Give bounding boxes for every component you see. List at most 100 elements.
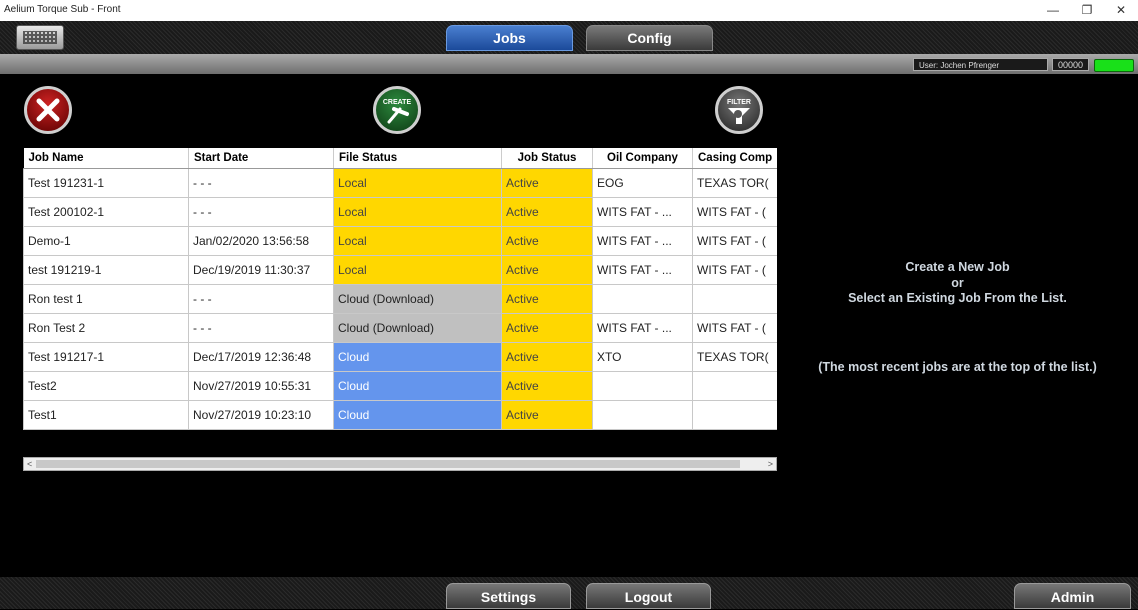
filter-button[interactable]: FILTER bbox=[715, 86, 763, 134]
column-header-file-status[interactable]: File Status bbox=[333, 148, 502, 169]
cell-file-status: Cloud bbox=[333, 371, 502, 401]
cell-casing-company: TEXAS TOR( bbox=[692, 342, 777, 372]
cancel-button[interactable] bbox=[24, 86, 72, 134]
tab-config[interactable]: Config bbox=[586, 25, 713, 51]
cell-oil-company: WITS FAT - ... bbox=[592, 197, 693, 227]
cell-oil-company: EOG bbox=[592, 168, 693, 198]
cell-start-date: - - - bbox=[188, 168, 334, 198]
cell-job-status: Active bbox=[501, 168, 593, 198]
cell-oil-company: WITS FAT - ... bbox=[592, 226, 693, 256]
cell-job-name: test 191219-1 bbox=[23, 255, 189, 285]
keyboard-icon[interactable] bbox=[16, 25, 64, 50]
cell-job-name: Test 191217-1 bbox=[23, 342, 189, 372]
cell-job-status: Active bbox=[501, 284, 593, 314]
connection-indicator bbox=[1094, 59, 1134, 72]
hammer-icon bbox=[387, 107, 409, 124]
column-header-job-name[interactable]: Job Name bbox=[23, 148, 189, 169]
create-job-button[interactable]: CREATE bbox=[373, 86, 421, 134]
column-header-job-status[interactable]: Job Status bbox=[501, 148, 593, 169]
cell-casing-company bbox=[692, 371, 777, 401]
top-nav-bar: Jobs Config bbox=[0, 21, 1138, 54]
cell-oil-company bbox=[592, 400, 693, 430]
scroll-left-icon[interactable]: < bbox=[27, 458, 32, 470]
instruction-line-1: Create a New Job bbox=[905, 260, 1010, 274]
table-header-row: Job Name Start Date File Status Job Stat… bbox=[23, 148, 777, 169]
cell-start-date: - - - bbox=[188, 284, 334, 314]
x-circle-icon bbox=[36, 98, 60, 122]
cell-file-status: Local bbox=[333, 255, 502, 285]
window-title: Aelium Torque Sub - Front bbox=[4, 4, 121, 15]
bottom-bar: Settings Logout Admin bbox=[0, 577, 1138, 609]
close-window-icon[interactable]: ✕ bbox=[1104, 0, 1138, 21]
cell-file-status: Cloud bbox=[333, 400, 502, 430]
cell-start-date: Nov/27/2019 10:55:31 bbox=[188, 371, 334, 401]
cell-job-name: Ron Test 2 bbox=[23, 313, 189, 343]
table-row[interactable]: Test2 Nov/27/2019 10:55:31 Cloud Active bbox=[23, 371, 777, 401]
counter-display: 00000 bbox=[1052, 58, 1089, 71]
cell-start-date: Dec/19/2019 11:30:37 bbox=[188, 255, 334, 285]
cell-job-name: Ron test 1 bbox=[23, 284, 189, 314]
cell-oil-company bbox=[592, 371, 693, 401]
table-row[interactable]: Ron test 1 - - - Cloud (Download) Active bbox=[23, 284, 777, 314]
cell-job-name: Test1 bbox=[23, 400, 189, 430]
restore-icon[interactable]: ❐ bbox=[1070, 0, 1104, 21]
cell-start-date: - - - bbox=[188, 313, 334, 343]
jobs-table: Job Name Start Date File Status Job Stat… bbox=[23, 148, 777, 474]
logout-button[interactable]: Logout bbox=[586, 583, 711, 609]
cell-file-status: Local bbox=[333, 197, 502, 227]
cell-start-date: Dec/17/2019 12:36:48 bbox=[188, 342, 334, 372]
settings-button[interactable]: Settings bbox=[446, 583, 571, 609]
table-row[interactable]: test 191219-1 Dec/19/2019 11:30:37 Local… bbox=[23, 255, 777, 285]
cell-casing-company: WITS FAT - ( bbox=[692, 313, 777, 343]
cell-casing-company bbox=[692, 400, 777, 430]
status-bar: User: Jochen Pfrenger 00000 bbox=[0, 54, 1138, 74]
table-row[interactable]: Test1 Nov/27/2019 10:23:10 Cloud Active bbox=[23, 400, 777, 430]
cell-job-status: Active bbox=[501, 197, 593, 227]
table-row[interactable]: Demo-1 Jan/02/2020 13:56:58 Local Active… bbox=[23, 226, 777, 256]
cell-start-date: Jan/02/2020 13:56:58 bbox=[188, 226, 334, 256]
cell-job-status: Active bbox=[501, 255, 593, 285]
scroll-right-icon[interactable]: > bbox=[768, 458, 773, 470]
cell-casing-company: WITS FAT - ( bbox=[692, 255, 777, 285]
cell-file-status: Cloud (Download) bbox=[333, 313, 502, 343]
cell-oil-company bbox=[592, 284, 693, 314]
table-row[interactable]: Test 191231-1 - - - Local Active EOG TEX… bbox=[23, 168, 777, 198]
cell-start-date: Nov/27/2019 10:23:10 bbox=[188, 400, 334, 430]
cell-job-name: Test 191231-1 bbox=[23, 168, 189, 198]
horizontal-scrollbar[interactable]: < > bbox=[23, 457, 777, 471]
instruction-line-3: Select an Existing Job From the List. bbox=[848, 291, 1067, 305]
tab-jobs[interactable]: Jobs bbox=[446, 25, 573, 51]
column-header-casing-company[interactable]: Casing Comp bbox=[692, 148, 777, 169]
cell-job-name: Test 200102-1 bbox=[23, 197, 189, 227]
column-header-start-date[interactable]: Start Date bbox=[188, 148, 334, 169]
cell-casing-company bbox=[692, 284, 777, 314]
cell-file-status: Local bbox=[333, 226, 502, 256]
cell-file-status: Cloud bbox=[333, 342, 502, 372]
cell-oil-company: WITS FAT - ... bbox=[592, 313, 693, 343]
scrollbar-thumb[interactable] bbox=[36, 460, 740, 468]
cell-oil-company: WITS FAT - ... bbox=[592, 255, 693, 285]
cell-start-date: - - - bbox=[188, 197, 334, 227]
table-row[interactable]: Test 191217-1 Dec/17/2019 12:36:48 Cloud… bbox=[23, 342, 777, 372]
admin-button[interactable]: Admin bbox=[1014, 583, 1131, 609]
cell-casing-company: TEXAS TOR( bbox=[692, 168, 777, 198]
cell-job-status: Active bbox=[501, 400, 593, 430]
user-display: User: Jochen Pfrenger bbox=[913, 58, 1048, 71]
cell-job-status: Active bbox=[501, 371, 593, 401]
minimize-icon[interactable]: — bbox=[1036, 0, 1070, 21]
cell-file-status: Cloud (Download) bbox=[333, 284, 502, 314]
cell-job-status: Active bbox=[501, 226, 593, 256]
cell-file-status: Local bbox=[333, 168, 502, 198]
window-titlebar: Aelium Torque Sub - Front — ❐ ✕ bbox=[0, 0, 1138, 21]
table-row[interactable]: Ron Test 2 - - - Cloud (Download) Active… bbox=[23, 313, 777, 343]
cell-casing-company: WITS FAT - ( bbox=[692, 197, 777, 227]
filter-icon bbox=[728, 108, 750, 124]
cell-job-name: Test2 bbox=[23, 371, 189, 401]
instruction-note: (The most recent jobs are at the top of … bbox=[818, 360, 1097, 374]
column-header-oil-company[interactable]: Oil Company bbox=[592, 148, 693, 169]
cell-job-name: Demo-1 bbox=[23, 226, 189, 256]
cell-oil-company: XTO bbox=[592, 342, 693, 372]
table-row[interactable]: Test 200102-1 - - - Local Active WITS FA… bbox=[23, 197, 777, 227]
instruction-line-2: or bbox=[951, 276, 964, 290]
cell-casing-company: WITS FAT - ( bbox=[692, 226, 777, 256]
